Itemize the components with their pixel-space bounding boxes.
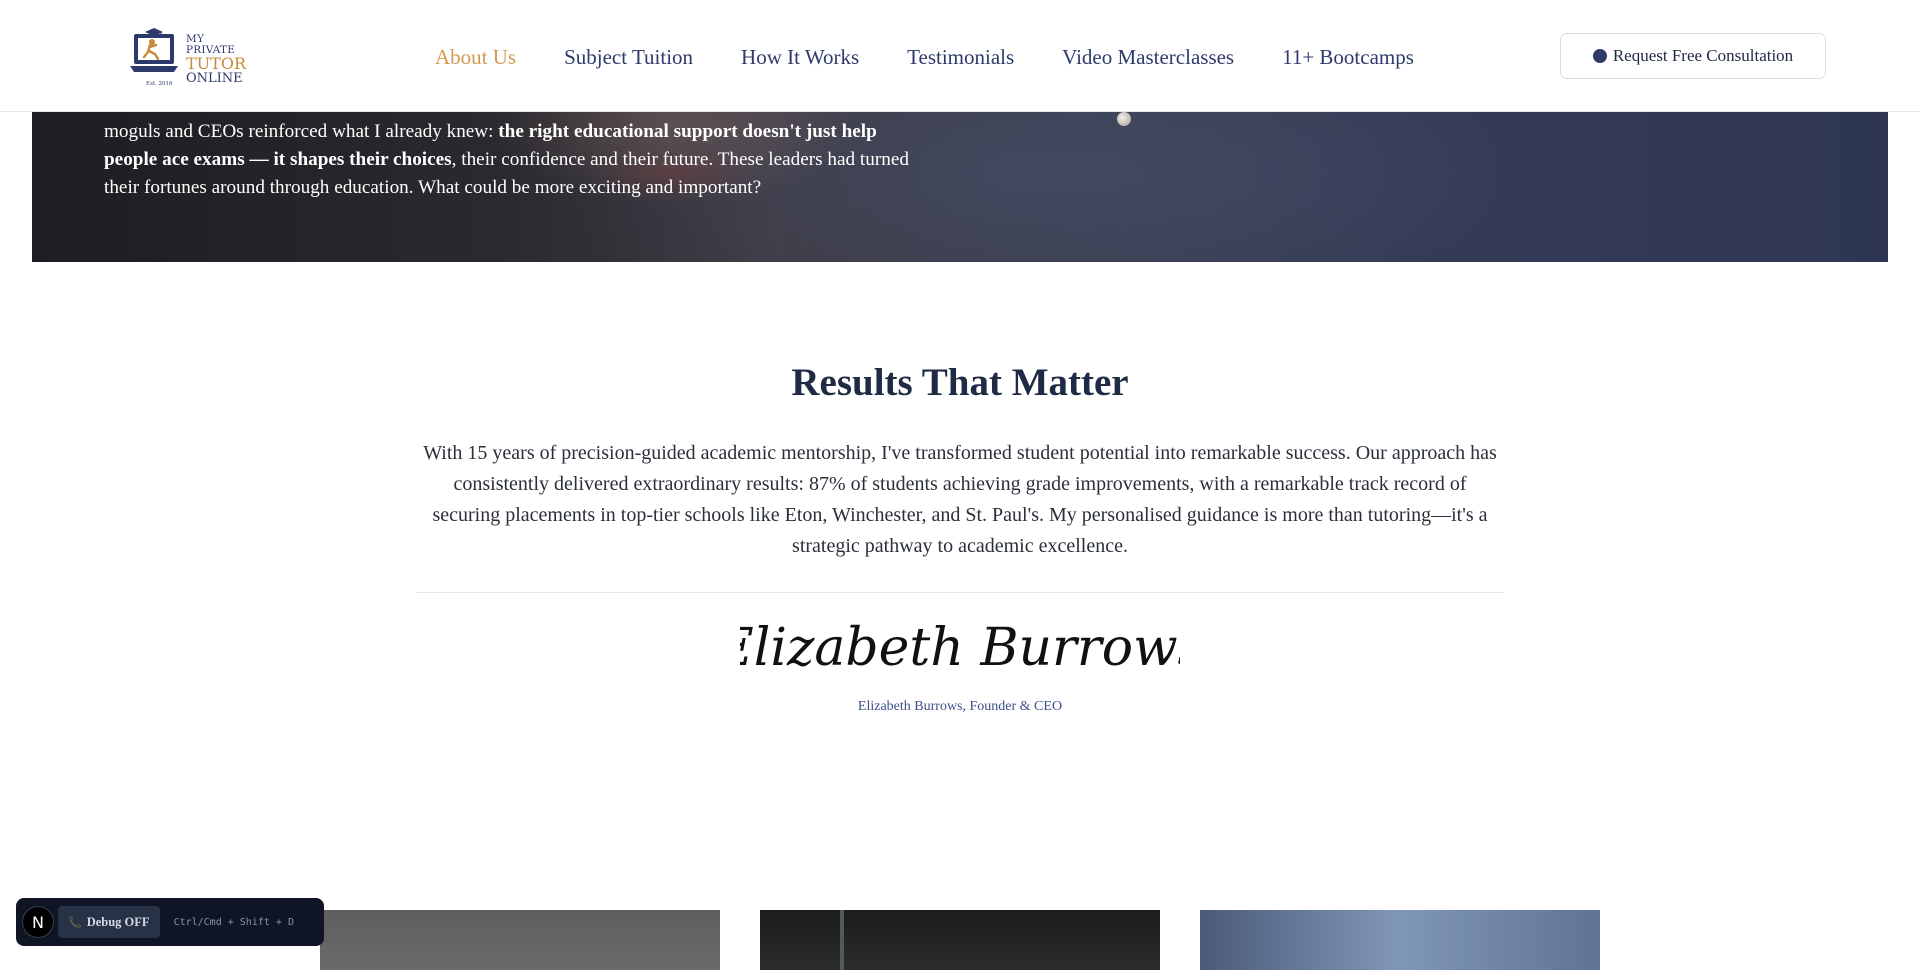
feature-card-3[interactable] <box>1200 910 1600 970</box>
logo-line-3: ONLINE <box>186 71 243 86</box>
request-consultation-button[interactable]: Request Free Consultation <box>1560 33 1826 79</box>
nav-video-masterclasses[interactable]: Video Masterclasses <box>1062 45 1234 70</box>
hero-text-before: moguls and CEOs reinforced what I alread… <box>104 121 499 142</box>
feature-card-2[interactable] <box>760 910 1160 970</box>
nav-subject-tuition[interactable]: Subject Tuition <box>564 45 693 70</box>
feature-card-1[interactable] <box>320 910 720 970</box>
nextjs-logo-icon[interactable]: N <box>22 906 54 938</box>
phone-icon: 📞 <box>68 916 82 929</box>
hero-banner: moguls and CEOs reinforced what I alread… <box>32 112 1888 262</box>
nav-testimonials[interactable]: Testimonials <box>907 45 1014 70</box>
nav-bootcamps[interactable]: 11+ Bootcamps <box>1282 45 1414 70</box>
hero-paragraph: moguls and CEOs reinforced what I alread… <box>104 118 924 202</box>
signature-caption: Elizabeth Burrows, Founder & CEO <box>857 699 1063 714</box>
section-divider <box>416 592 1504 593</box>
main-nav: About Us Subject Tuition How It Works Te… <box>435 40 1462 74</box>
results-title: Results That Matter <box>791 361 1129 404</box>
debug-toggle-label: Debug OFF <box>86 914 150 929</box>
site-header: MY PRIVATE TUTOR ONLINE Est. 2016 About … <box>0 0 1920 112</box>
nav-how-it-works[interactable]: How It Works <box>741 45 859 70</box>
laptop-student-icon <box>130 28 178 72</box>
debug-toggle-button[interactable]: 📞 Debug OFF <box>58 906 160 938</box>
card-image-detail <box>840 910 844 970</box>
signature-text: Elizabeth Burrows <box>740 618 1180 678</box>
logo-line-2: TUTOR <box>186 54 246 73</box>
dot-icon <box>1592 49 1607 63</box>
hero-photo-detail <box>1117 112 1131 126</box>
nav-about-us[interactable]: About Us <box>435 45 516 70</box>
results-body: With 15 years of precision-guided academ… <box>423 442 1497 557</box>
site-logo[interactable]: MY PRIVATE TUTOR ONLINE Est. 2016 <box>128 24 252 88</box>
debug-shortcut-hint: Ctrl/Cmd + Shift + D <box>173 916 294 928</box>
logo-established: Est. 2016 <box>146 81 173 87</box>
request-consultation-label: Request Free Consultation <box>1612 46 1794 65</box>
founder-signature: Elizabeth Burrows <box>740 618 1180 678</box>
debug-toolbar: N 📞 Debug OFF Ctrl/Cmd + Shift + D <box>16 898 324 946</box>
logo-line-1: MY PRIVATE <box>186 33 236 56</box>
